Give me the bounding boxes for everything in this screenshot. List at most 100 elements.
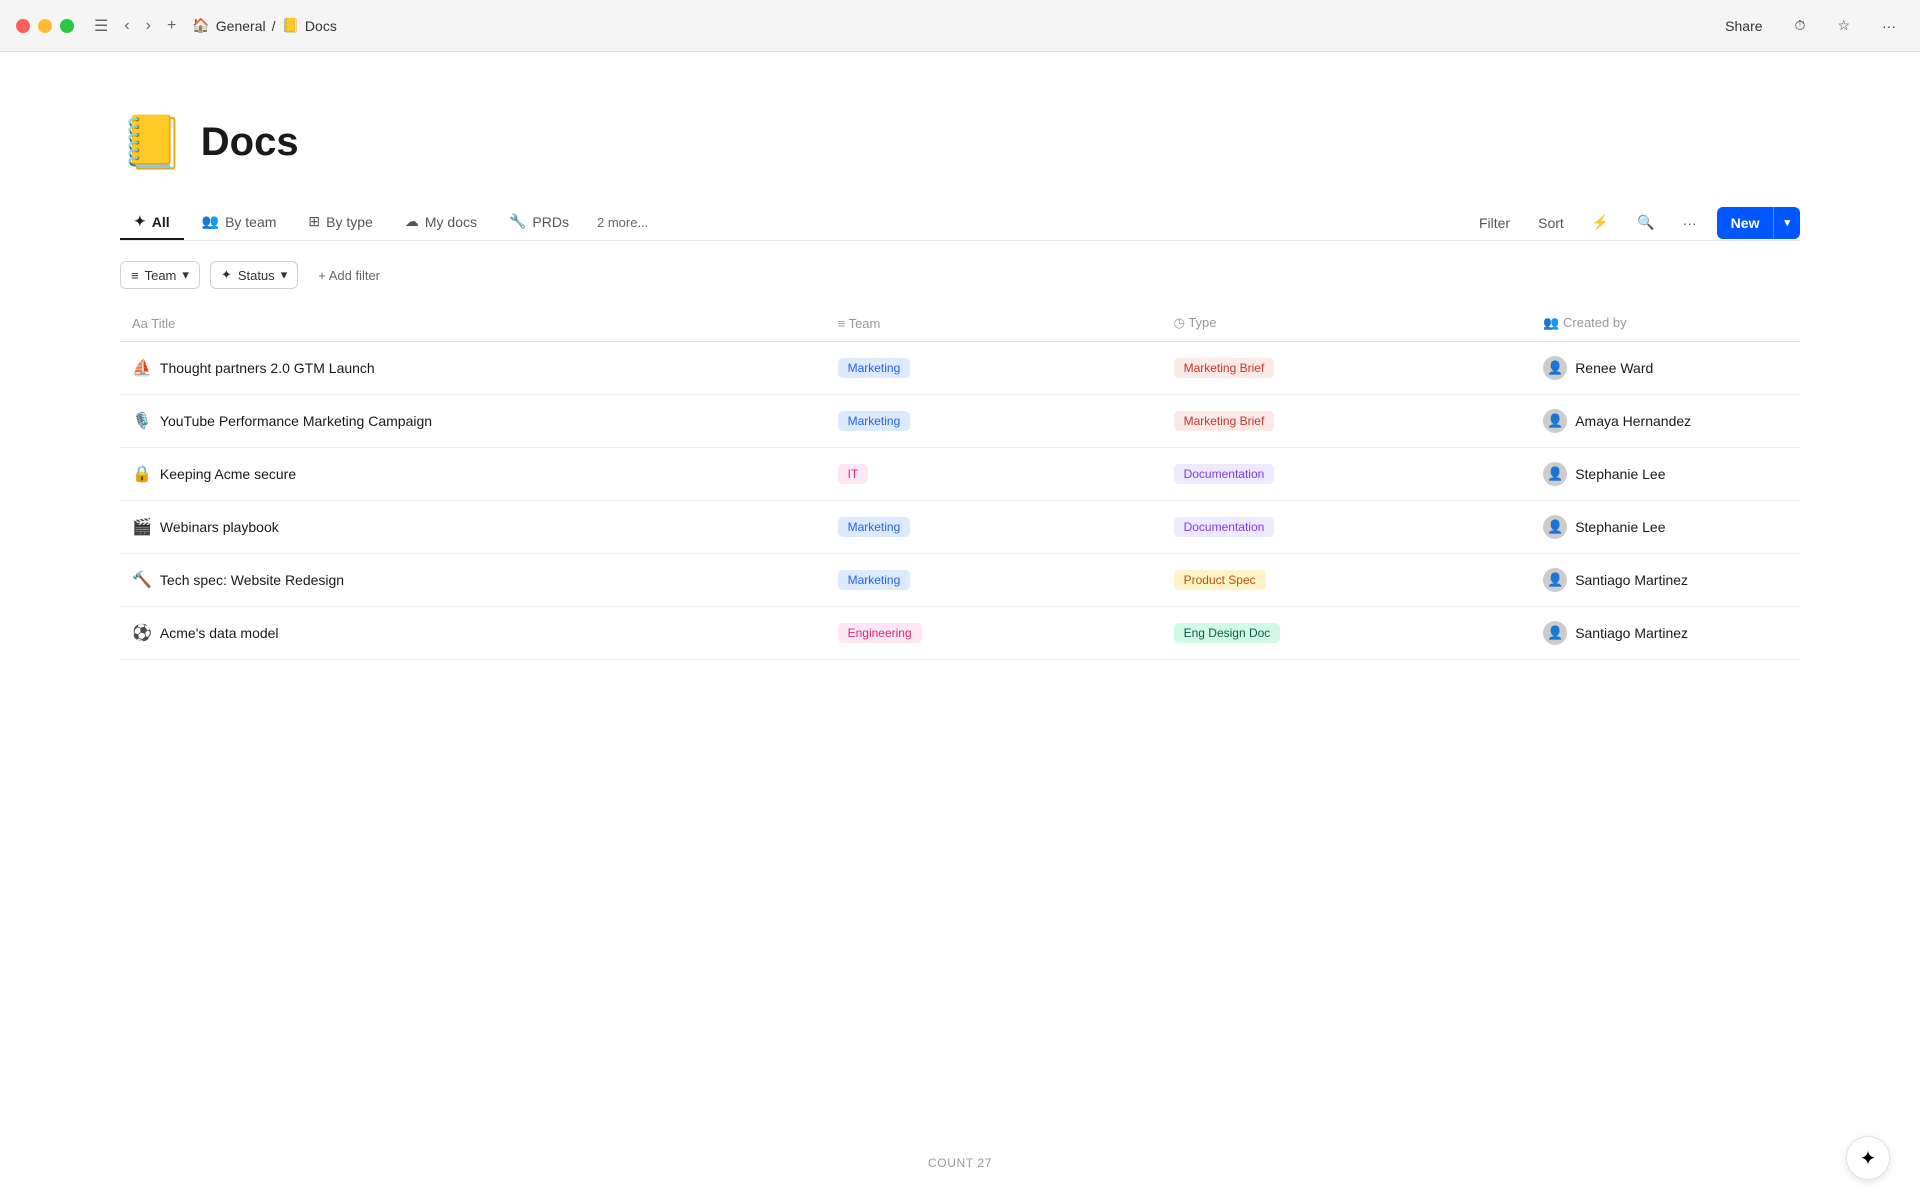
prds-tab-icon: 🔧 — [509, 213, 526, 230]
search-button[interactable]: 🔍 — [1629, 208, 1662, 237]
hamburger-icon[interactable]: ☰ — [90, 14, 112, 38]
count-label: COUNT — [928, 1156, 973, 1170]
doc-team-cell: Marketing — [826, 395, 1162, 448]
creator-name: Santiago Martinez — [1575, 572, 1688, 588]
minimize-traffic-light[interactable] — [38, 19, 52, 33]
type-badge: Product Spec — [1174, 570, 1266, 590]
bolt-button[interactable]: ⚡ — [1584, 208, 1617, 237]
filter-button[interactable]: Filter — [1471, 209, 1518, 237]
doc-title-text: Webinars playbook — [160, 519, 279, 535]
tabs-toolbar: Filter Sort ⚡ 🔍 ··· New ▾ — [1471, 207, 1800, 239]
sort-button[interactable]: Sort — [1530, 209, 1572, 237]
titlebar: ☰ ‹ › + 🏠 General / 📒 Docs Share ⏱ ☆ ··· — [0, 0, 1920, 52]
tab-my-docs-label: My docs — [425, 214, 477, 230]
team-badge: Marketing — [838, 570, 911, 590]
tab-prds[interactable]: 🔧 PRDs — [495, 205, 583, 240]
close-traffic-light[interactable] — [16, 19, 30, 33]
more-toolbar-button[interactable]: ··· — [1675, 209, 1705, 237]
maximize-traffic-light[interactable] — [60, 19, 74, 33]
type-badge: Marketing Brief — [1174, 411, 1275, 431]
share-button[interactable]: Share — [1717, 14, 1770, 38]
tab-by-type[interactable]: ⊞ By type — [294, 205, 386, 240]
doc-emoji: ⚽ — [132, 623, 152, 643]
breadcrumb-doc-icon: 📒 — [281, 17, 298, 34]
breadcrumb: 🏠 General / 📒 Docs — [192, 17, 1717, 34]
breadcrumb-separator: / — [272, 18, 276, 34]
tab-by-team-label: By team — [225, 214, 276, 230]
tab-by-team[interactable]: 👥 By team — [188, 205, 291, 240]
table-row[interactable]: 🔒 Keeping Acme secure IT Documentation 👤… — [120, 448, 1800, 501]
more-options-button[interactable]: ··· — [1874, 14, 1904, 38]
more-tabs-button[interactable]: 2 more... — [587, 207, 658, 238]
creator-name: Stephanie Lee — [1575, 519, 1665, 535]
by-type-tab-icon: ⊞ — [308, 213, 320, 230]
back-button[interactable]: ‹ — [120, 15, 133, 37]
type-badge: Documentation — [1174, 464, 1275, 484]
avatar: 👤 — [1543, 515, 1567, 539]
team-col-icon: ≡ — [838, 316, 849, 331]
doc-title-text: Acme's data model — [160, 625, 279, 641]
count-value: 27 — [977, 1156, 992, 1170]
new-button-label: New — [1717, 207, 1775, 239]
creator-name: Amaya Hernandez — [1575, 413, 1691, 429]
table-row[interactable]: 🎬 Webinars playbook Marketing Documentat… — [120, 501, 1800, 554]
tab-all[interactable]: ✦ All — [120, 205, 184, 240]
type-col-icon: ◷ — [1174, 315, 1189, 330]
status-filter-icon: ✦ — [221, 267, 232, 283]
avatar: 👤 — [1543, 621, 1567, 645]
type-badge: Marketing Brief — [1174, 358, 1275, 378]
by-team-tab-icon: 👥 — [202, 213, 219, 230]
sparkle-icon: ✦ — [1860, 1146, 1877, 1171]
nav-controls: ☰ ‹ › + — [90, 14, 180, 38]
creator-name: Stephanie Lee — [1575, 466, 1665, 482]
table-row[interactable]: 🎙️ YouTube Performance Marketing Campaig… — [120, 395, 1800, 448]
team-badge: IT — [838, 464, 869, 484]
doc-emoji: 🎬 — [132, 517, 152, 537]
team-filter-label: Team — [145, 268, 177, 283]
breadcrumb-home[interactable]: General — [216, 18, 266, 34]
add-filter-button[interactable]: + Add filter — [308, 263, 390, 288]
status-filter-chevron: ▾ — [281, 267, 288, 283]
star-button[interactable]: ☆ — [1829, 13, 1858, 38]
doc-title-cell: 🔒 Keeping Acme secure — [120, 448, 826, 501]
type-badge: Documentation — [1174, 517, 1275, 537]
tab-prds-label: PRDs — [532, 214, 569, 230]
doc-title-text: Thought partners 2.0 GTM Launch — [160, 360, 375, 376]
status-filter-chip[interactable]: ✦ Status ▾ — [210, 261, 298, 289]
title-col-icon: Aa — [132, 316, 151, 331]
sparkle-fab-button[interactable]: ✦ — [1846, 1136, 1890, 1180]
doc-created-by-cell: 👤 Santiago Martinez — [1531, 607, 1800, 660]
doc-emoji: ⛵ — [132, 358, 152, 378]
team-badge: Marketing — [838, 517, 911, 537]
team-filter-chip[interactable]: ≡ Team ▾ — [120, 261, 200, 289]
table-row[interactable]: ⚽ Acme's data model Engineering Eng Desi… — [120, 607, 1800, 660]
new-button-chevron[interactable]: ▾ — [1774, 208, 1800, 237]
avatar: 👤 — [1543, 462, 1567, 486]
breadcrumb-doc[interactable]: Docs — [305, 18, 337, 34]
tabs-list: ✦ All 👥 By team ⊞ By type ☁ My docs 🔧 PR… — [120, 205, 1471, 240]
doc-emoji: 🔒 — [132, 464, 152, 484]
team-badge: Engineering — [838, 623, 922, 643]
titlebar-actions: Share ⏱ ☆ ··· — [1717, 13, 1904, 38]
doc-emoji: 🎙️ — [132, 411, 152, 431]
history-button[interactable]: ⏱ — [1787, 13, 1814, 38]
avatar: 👤 — [1543, 409, 1567, 433]
doc-type-cell: Documentation — [1162, 501, 1532, 554]
table-row[interactable]: ⛵ Thought partners 2.0 GTM Launch Market… — [120, 342, 1800, 395]
doc-emoji: 🔨 — [132, 570, 152, 590]
tab-my-docs[interactable]: ☁ My docs — [391, 205, 491, 240]
doc-type-cell: Documentation — [1162, 448, 1532, 501]
doc-title-text: Tech spec: Website Redesign — [160, 572, 344, 588]
new-button[interactable]: New ▾ — [1717, 207, 1800, 239]
add-button[interactable]: + — [163, 15, 180, 37]
doc-type-cell: Eng Design Doc — [1162, 607, 1532, 660]
forward-button[interactable]: › — [142, 15, 155, 37]
count-bar: COUNT 27 — [928, 1156, 992, 1170]
title-column-header: Aa Title — [120, 305, 826, 342]
main-content: 📒 Docs ✦ All 👥 By team ⊞ By type ☁ My do… — [0, 52, 1920, 660]
table-header-row: Aa Title ≡ Team ◷ Type 👥 Created by — [120, 305, 1800, 342]
doc-title-cell: 🎙️ YouTube Performance Marketing Campaig… — [120, 395, 826, 448]
page-icon: 📒 — [120, 112, 185, 173]
team-badge: Marketing — [838, 411, 911, 431]
table-row[interactable]: 🔨 Tech spec: Website Redesign Marketing … — [120, 554, 1800, 607]
